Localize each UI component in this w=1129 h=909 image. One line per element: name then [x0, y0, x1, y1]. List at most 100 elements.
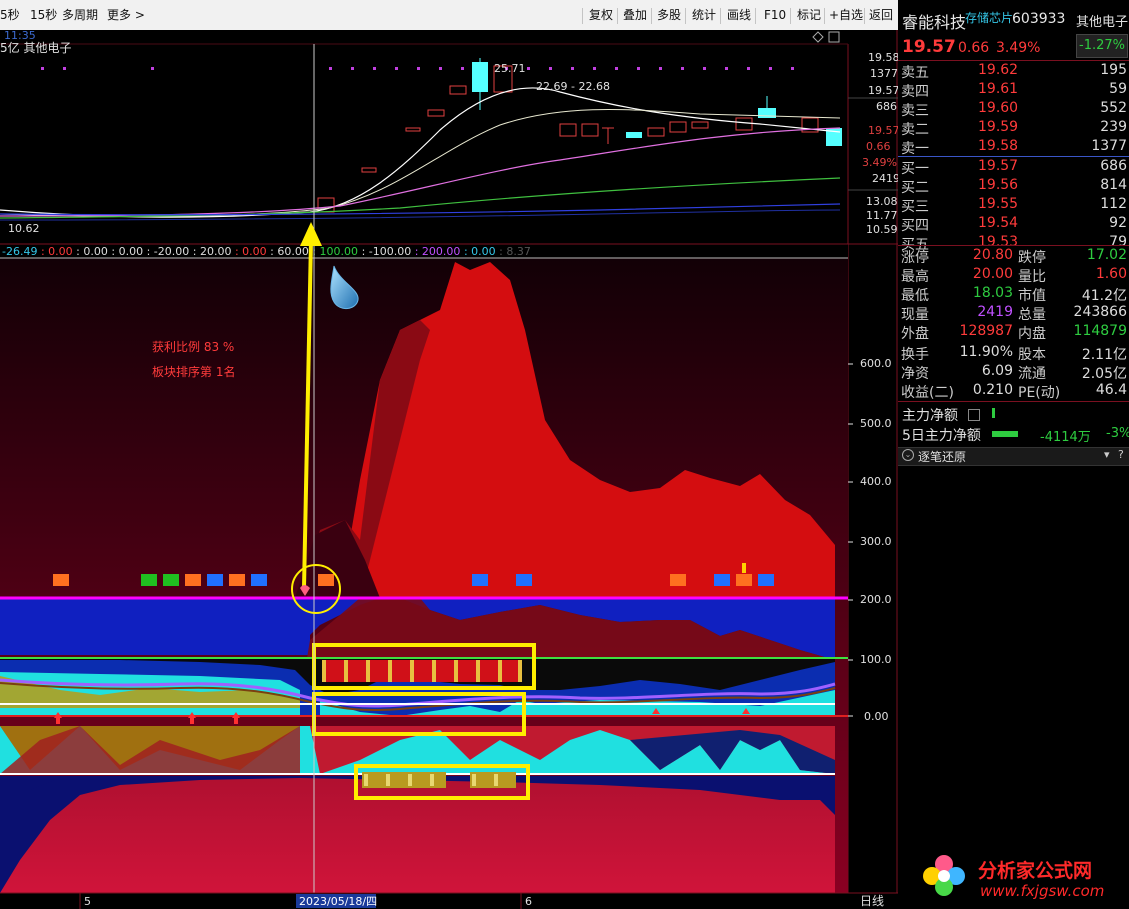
- sector-name[interactable]: 其他电子: [1076, 11, 1128, 30]
- watermark-text: 分析家公式网: [978, 860, 1093, 882]
- svg-text:686: 686: [876, 100, 897, 113]
- toolbar-overlay[interactable]: 叠加: [623, 0, 647, 30]
- stat-value: 20.80: [972, 247, 1013, 263]
- date-tick-5: 5: [84, 895, 91, 908]
- filter-icon[interactable]: ▾: [1104, 448, 1110, 461]
- stock-tag[interactable]: 存储芯片: [965, 9, 1013, 26]
- profit-ratio-label: 获利比例 83 %: [152, 340, 234, 354]
- stat-value: 2419: [977, 304, 1013, 320]
- sector-rank-label: 板块排序第 1名: [152, 364, 235, 379]
- collapse-icon[interactable]: ⌄: [902, 449, 914, 461]
- five-day-capital-label: 5日主力净额: [902, 428, 981, 444]
- toolbar-add-watchlist[interactable]: +自选: [829, 0, 863, 30]
- five-day-capital-pct: -3%: [1106, 426, 1129, 441]
- stat-row: 换手 11.90% 股本 2.11亿: [898, 344, 1129, 363]
- svg-text:100.0: 100.0: [860, 653, 892, 666]
- toolbar-fuquan[interactable]: 复权: [589, 0, 613, 30]
- stat-value: 2.05亿: [1081, 366, 1127, 382]
- stat-row: 外盘 128987 内盘 114879: [898, 323, 1129, 342]
- price-low-label: 10.62: [8, 222, 40, 235]
- current-date-label: 2023/05/18/四: [299, 895, 377, 908]
- stat-value: 20.00: [972, 266, 1013, 282]
- indicator-values: -26.49 : 0.00 : 0.00 : 0.00 : -20.00 : 2…: [2, 245, 531, 258]
- svg-text:19.57: 19.57: [868, 124, 898, 137]
- ask-row-1[interactable]: 卖一 19.58 1377: [898, 138, 1129, 157]
- ask-row-5[interactable]: 卖五 19.62 195: [898, 62, 1129, 81]
- stat-value: 46.4: [1095, 382, 1127, 398]
- price-change-pct: 3.49%: [996, 40, 1041, 56]
- stat-label: 换手: [901, 347, 929, 363]
- toolbar-5s[interactable]: 5秒: [0, 0, 20, 30]
- ask-row-3[interactable]: 卖三 19.60 552: [898, 100, 1129, 119]
- stat-label: 收益(二): [901, 385, 954, 401]
- kline-chart[interactable]: 11:35 5亿 其他电子 25.71 22.69 - 22.68 10.62 …: [0, 30, 898, 909]
- toolbar-back[interactable]: 返回: [869, 0, 893, 30]
- ma-range-label: 22.69 - 22.68: [536, 80, 610, 93]
- stat-label: 净资: [901, 366, 929, 382]
- toolbar-f10[interactable]: F10: [764, 0, 786, 30]
- bid-row-3[interactable]: 买三 19.55 112: [898, 196, 1129, 215]
- stat-row: 最高 20.00 量比 1.60: [898, 266, 1129, 285]
- stat-label: 最高: [901, 269, 929, 285]
- toolbar-stats[interactable]: 统计: [692, 0, 716, 30]
- indicator-value: : -20.00: [147, 245, 193, 258]
- svg-text:13.08: 13.08: [866, 195, 898, 208]
- ask-row-2[interactable]: 卖二 19.59 239: [898, 119, 1129, 138]
- toolbar-15s[interactable]: 15秒: [30, 0, 57, 30]
- stat-label: PE(动): [1018, 385, 1061, 401]
- toolbar-multi-period[interactable]: 多周期: [62, 0, 98, 30]
- svg-text:400.0: 400.0: [860, 475, 892, 488]
- price-high-label: 25.71: [494, 62, 526, 75]
- stat-label: 内盘: [1018, 326, 1046, 342]
- stat-label: 股本: [1018, 347, 1046, 363]
- toolbar-more[interactable]: 更多 >: [107, 0, 145, 30]
- stat-row: 最低 18.03 市值 41.2亿: [898, 285, 1129, 304]
- period-label[interactable]: 日线: [860, 894, 884, 908]
- stat-row: 涨停 20.80 跌停 17.02: [898, 247, 1129, 266]
- svg-text:0.00: 0.00: [864, 710, 889, 723]
- five-day-capital-value: -4114万: [1040, 430, 1091, 445]
- toolbar-multi-stock[interactable]: 多股: [657, 0, 681, 30]
- bid-row-1[interactable]: 买一 19.57 686: [898, 158, 1129, 177]
- stat-value: 18.03: [972, 285, 1013, 301]
- stat-value: 114879: [1073, 323, 1127, 339]
- stat-label: 市值: [1018, 288, 1046, 304]
- indicator-value: -26.49: [2, 245, 41, 258]
- indicator-value: : 60.00: [270, 245, 312, 258]
- indicator-value: : -100.00: [362, 245, 415, 258]
- stat-row: 现量 2419 总量 243866: [898, 304, 1129, 323]
- svg-text:200.0: 200.0: [860, 593, 892, 606]
- svg-text:1377: 1377: [870, 67, 898, 80]
- market-cap-label: 5亿 其他电子: [0, 40, 71, 55]
- stat-value: 6.09: [981, 363, 1013, 379]
- svg-text:600.0: 600.0: [860, 357, 892, 370]
- stat-value: 17.02: [1086, 247, 1127, 263]
- info-icon[interactable]: [968, 409, 980, 421]
- toolbar-mark[interactable]: 标记: [797, 0, 821, 30]
- svg-text:300.0: 300.0: [860, 535, 892, 548]
- stat-label: 跌停: [1018, 250, 1046, 266]
- signal-dots: [41, 67, 794, 70]
- stat-value: 11.90%: [959, 344, 1013, 360]
- indicator-value: : 0.00: [76, 245, 111, 258]
- ask-row-4[interactable]: 卖四 19.61 59: [898, 81, 1129, 100]
- yellow-signal-bars: [322, 660, 522, 682]
- price-change: 0.66: [958, 40, 990, 56]
- indicator-value: : 0.00: [111, 245, 146, 258]
- svg-text:0.66: 0.66: [866, 140, 891, 153]
- stat-label: 现量: [901, 307, 929, 323]
- toolbar-draw-line[interactable]: 画线: [727, 0, 751, 30]
- help-icon[interactable]: ?: [1118, 448, 1124, 461]
- bid-row-2[interactable]: 买二 19.56 814: [898, 177, 1129, 196]
- indicator-value: : 0.00: [41, 245, 76, 258]
- stat-row: 净资 6.09 流通 2.05亿: [898, 363, 1129, 382]
- stat-label: 外盘: [901, 326, 929, 342]
- main-capital-bar: [992, 408, 995, 418]
- watermark-logo-icon: [920, 850, 968, 900]
- stat-label: 量比: [1018, 269, 1046, 285]
- five-day-capital-bar: [992, 431, 1018, 437]
- bid-row-4[interactable]: 买四 19.54 92: [898, 215, 1129, 234]
- indicator-value: : 20.00: [193, 245, 235, 258]
- indicator-value: : 0.00: [464, 245, 499, 258]
- stat-value: 1.60: [1095, 266, 1127, 282]
